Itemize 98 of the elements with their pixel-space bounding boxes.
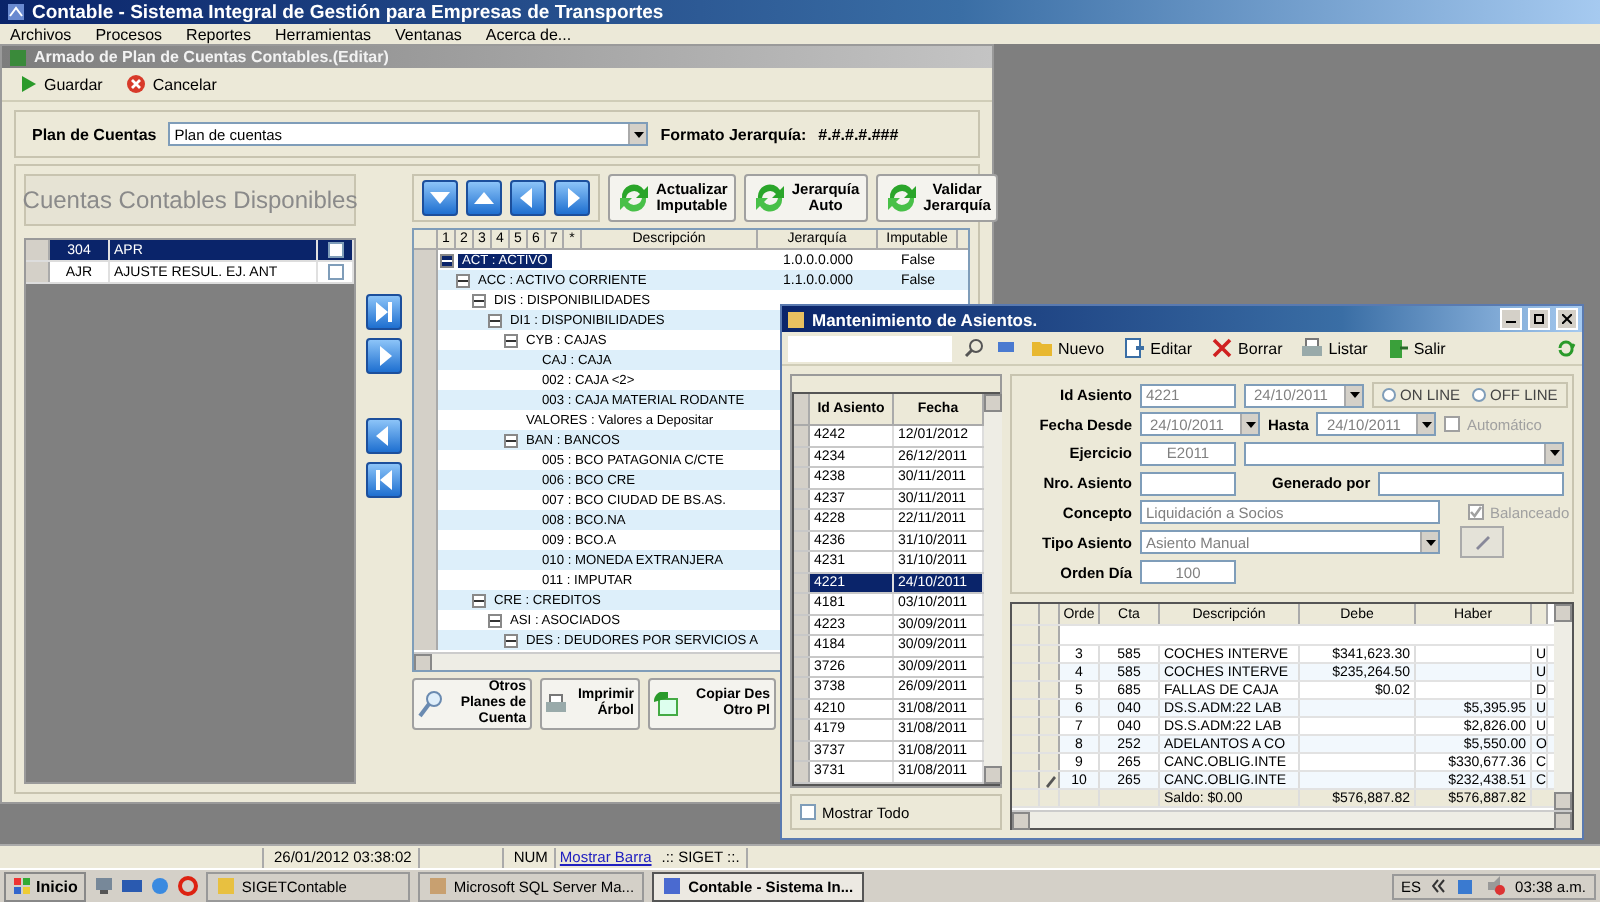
maximize-button[interactable]: [1528, 308, 1550, 330]
speaker-icon[interactable]: [1485, 876, 1506, 896]
caret-icon: [1421, 421, 1432, 428]
caret-icon: [633, 131, 644, 137]
cancel-icon: [126, 74, 147, 94]
row-header: [414, 630, 438, 650]
move-left-button[interactable]: [510, 180, 546, 216]
collapse-toggle[interactable]: [472, 593, 486, 607]
caret-icon: [1425, 539, 1435, 546]
collapse-toggle[interactable]: [504, 633, 518, 647]
search-icon[interactable]: [964, 338, 984, 358]
folder-icon: [1032, 338, 1052, 358]
checkbox[interactable]: [327, 242, 343, 258]
cancel-button[interactable]: Cancelar: [122, 72, 221, 96]
app-icon: [427, 876, 448, 896]
menu-item[interactable]: Acerca de...: [485, 25, 572, 43]
refresh-icon[interactable]: [1556, 338, 1576, 358]
close-icon: [1562, 314, 1572, 324]
app-icon: [6, 2, 26, 22]
monitor-icon[interactable]: [121, 876, 142, 896]
remove-all-button[interactable]: [366, 462, 402, 498]
move-right-button[interactable]: [366, 338, 402, 374]
minus-icon: [506, 435, 516, 445]
magnifier-icon: [418, 690, 442, 718]
field-label: Plan de Cuentas: [32, 125, 157, 143]
dropdown-button[interactable]: [1240, 414, 1258, 435]
field-label: Formato Jerarquía:: [660, 125, 807, 143]
caret-icon: [1549, 450, 1559, 457]
window-title: Armado de Plan de Cuentas Contables.(Editar): [34, 48, 389, 66]
dropdown-button[interactable]: [1420, 532, 1438, 553]
save-button[interactable]: Guardar: [14, 72, 107, 96]
printer-icon: [1302, 338, 1323, 358]
menu-item[interactable]: Herramientas: [275, 25, 372, 43]
app-icon: [786, 309, 806, 329]
collapse-toggle[interactable]: [488, 313, 502, 327]
computer-icon[interactable]: [93, 876, 114, 896]
menu-item[interactable]: Archivos: [10, 25, 72, 43]
window-title: Contable - Sistema Integral de Gestión para Empresas de Transportes: [32, 1, 664, 23]
maximize-icon: [1534, 314, 1544, 324]
door-icon: [1387, 338, 1408, 358]
format-value: #.#.#.#.###: [818, 125, 899, 143]
play-icon: [18, 74, 38, 94]
panel-title: Cuentas Contables Disponibles: [24, 174, 356, 226]
dropdown-button[interactable]: [1416, 414, 1435, 435]
dropdown-button[interactable]: [628, 124, 647, 144]
printer-icon: [546, 694, 566, 714]
row-header: [26, 262, 50, 282]
pencil-icon: [1472, 532, 1492, 553]
caret-icon: [1349, 392, 1359, 399]
move-down-button[interactable]: [422, 180, 458, 216]
search-field[interactable]: [788, 335, 952, 361]
checkbox[interactable]: [800, 804, 816, 820]
window-title: Mantenimiento de Asientos.: [812, 309, 1040, 329]
copy-icon: [654, 692, 678, 716]
collapse-toggle[interactable]: [472, 293, 486, 307]
circle-icon[interactable]: [177, 876, 198, 896]
refresh-icon: [616, 180, 652, 216]
menu-item[interactable]: Ventanas: [395, 25, 462, 43]
menu-item[interactable]: Procesos: [95, 25, 163, 43]
move-up-button[interactable]: [466, 180, 502, 216]
checkmark-icon: [1470, 506, 1482, 519]
refresh-icon: [751, 180, 788, 216]
caret-icon: [1245, 421, 1255, 428]
row-header: [26, 240, 50, 260]
menu-item[interactable]: Reportes: [186, 25, 252, 43]
toolbar-button[interactable]: Editar: [1120, 336, 1197, 360]
add-all-button[interactable]: [366, 294, 402, 330]
collapse-toggle[interactable]: [504, 333, 518, 347]
refresh-icon: [883, 180, 920, 216]
checkbox[interactable]: [327, 264, 343, 280]
move-right-button[interactable]: [554, 180, 590, 216]
document-icon: [1124, 338, 1145, 358]
app-icon: [215, 876, 236, 896]
network-icon[interactable]: [1455, 876, 1476, 896]
app-icon: [8, 47, 28, 67]
input-field[interactable]: [1140, 471, 1236, 496]
toolbar-button[interactable]: Nuevo: [1028, 336, 1109, 360]
dropdown-button[interactable]: [1344, 385, 1362, 406]
windows-logo-icon: [12, 876, 32, 896]
minimize-button[interactable]: [1500, 308, 1522, 330]
toolbar-button[interactable]: Salir: [1383, 336, 1450, 360]
start-button[interactable]: Inicio: [4, 871, 86, 901]
chevron-icon[interactable]: [1431, 876, 1446, 896]
collapse-toggle[interactable]: [504, 433, 518, 447]
select-field[interactable]: [1244, 441, 1564, 466]
delete-icon: [1212, 338, 1233, 358]
collapse-toggle[interactable]: [440, 253, 454, 267]
input-field[interactable]: [1378, 471, 1564, 496]
toolbar-button[interactable]: Borrar: [1208, 336, 1287, 360]
collapse-toggle[interactable]: [488, 613, 502, 627]
edit-button[interactable]: [1460, 526, 1504, 559]
monitor-icon[interactable]: [996, 338, 1016, 358]
move-left-button[interactable]: [366, 418, 402, 454]
dropdown-button[interactable]: [1544, 443, 1562, 464]
app-icon: [662, 876, 683, 896]
collapse-toggle[interactable]: [456, 273, 470, 287]
close-button[interactable]: [1556, 308, 1578, 330]
toolbar-button[interactable]: Listar: [1298, 336, 1372, 360]
